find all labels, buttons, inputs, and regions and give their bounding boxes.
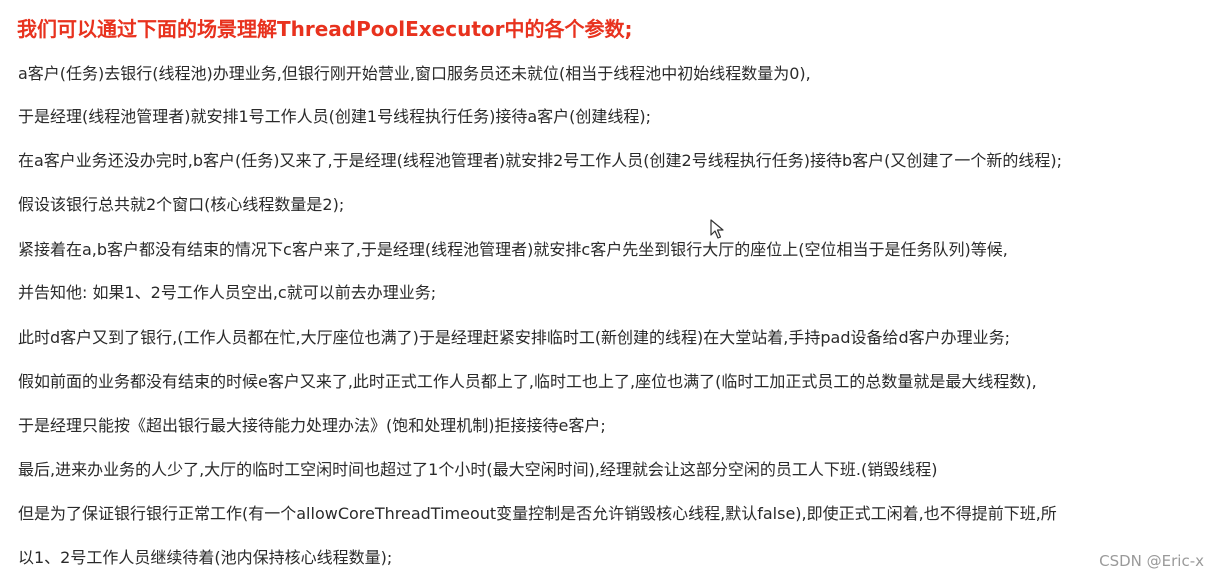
text-line: 最后,进来办业务的人少了,大厅的临时工空闲时间也超过了1个小时(最大空闲时间),… <box>18 460 938 479</box>
text-line: 在a客户业务还没办完时,b客户(任务)又来了,于是经理(线程池管理者)就安排2号… <box>18 151 1062 170</box>
watermark: CSDN @Eric-x <box>1099 552 1204 570</box>
arrow-cursor-icon <box>710 219 724 239</box>
text-line: 于是经理(线程池管理者)就安排1号工作人员(创建1号线程执行任务)接待a客户(创… <box>18 107 652 126</box>
text-line: 假如前面的业务都没有结束的时候e客户又来了,此时正式工作人员都上了,临时工也上了… <box>18 372 1037 391</box>
document-page: 我们可以通过下面的场景理解ThreadPoolExecutor中的各个参数; a… <box>0 0 1218 577</box>
text-line: 紧接着在a,b客户都没有结束的情况下c客户来了,于是经理(线程池管理者)就安排c… <box>18 240 1008 259</box>
text-line: 以1、2号工作人员继续待着(池内保持核心线程数量); <box>18 548 393 567</box>
text-line: 此时d客户又到了银行,(工作人员都在忙,大厅座位也满了)于是经理赶紧安排临时工(… <box>18 328 1011 347</box>
page-title: 我们可以通过下面的场景理解ThreadPoolExecutor中的各个参数; <box>17 17 633 41</box>
text-line: 但是为了保证银行银行正常工作(有一个allowCoreThreadTimeout… <box>18 504 1057 523</box>
text-line: 假设该银行总共就2个窗口(核心线程数量是2); <box>18 195 345 214</box>
text-line: 并告知他: 如果1、2号工作人员空出,c就可以前去办理业务; <box>18 283 437 302</box>
text-line: 于是经理只能按《超出银行最大接待能力处理办法》(饱和处理机制)拒接接待e客户; <box>18 416 606 435</box>
text-line: a客户(任务)去银行(线程池)办理业务,但银行刚开始营业,窗口服务员还未就位(相… <box>18 64 811 83</box>
